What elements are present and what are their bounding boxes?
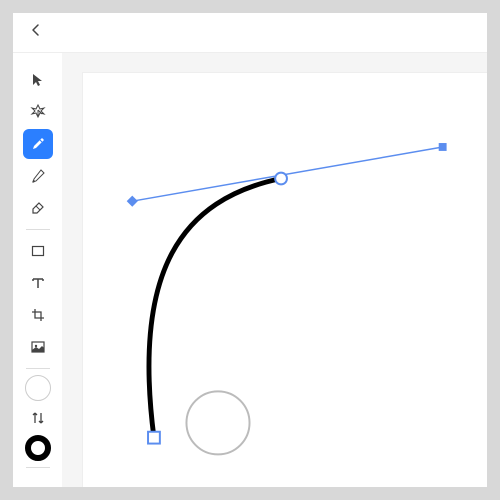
app-window	[13, 13, 487, 487]
corner-anchor-point[interactable]	[148, 432, 160, 444]
back-button[interactable]	[29, 23, 43, 42]
tool-image[interactable]	[23, 332, 53, 362]
tool-select[interactable]	[23, 65, 53, 95]
smooth-anchor-point[interactable]	[275, 173, 287, 185]
stroke-color-well[interactable]	[25, 435, 51, 461]
canvas-artwork	[83, 73, 487, 487]
main-area	[13, 53, 487, 487]
direct-select-icon	[29, 103, 47, 121]
topbar	[13, 13, 487, 53]
eraser-icon	[30, 200, 46, 216]
tool-direct-select[interactable]	[23, 97, 53, 127]
tool-crop[interactable]	[23, 300, 53, 330]
back-icon	[29, 23, 43, 37]
handle-out-anchor[interactable]	[439, 143, 447, 151]
text-icon	[30, 275, 46, 291]
toolbar-divider-3	[26, 467, 50, 468]
tool-pencil[interactable]	[23, 161, 53, 191]
bezier-path[interactable]	[149, 179, 281, 438]
tool-text[interactable]	[23, 268, 53, 298]
toolbar	[13, 53, 63, 487]
tool-eraser[interactable]	[23, 193, 53, 223]
rectangle-icon	[30, 243, 46, 259]
tool-swap-colors[interactable]	[23, 403, 53, 433]
brush-cursor-icon	[186, 391, 249, 454]
toolbar-divider	[26, 229, 50, 230]
fill-color-well[interactable]	[25, 375, 51, 401]
toolbar-divider-2	[26, 368, 50, 369]
pencil-icon	[30, 168, 46, 184]
pen-icon	[30, 136, 46, 152]
swap-stroke-fill-icon	[30, 410, 46, 426]
select-arrow-icon	[30, 72, 46, 88]
tangent-handle-line	[132, 147, 442, 201]
tool-pen[interactable]	[23, 129, 53, 159]
canvas-viewport	[63, 53, 487, 487]
crop-icon	[30, 307, 46, 323]
handle-in-anchor[interactable]	[127, 196, 138, 207]
image-icon	[30, 339, 46, 355]
tool-shape[interactable]	[23, 236, 53, 266]
canvas[interactable]	[83, 73, 487, 487]
